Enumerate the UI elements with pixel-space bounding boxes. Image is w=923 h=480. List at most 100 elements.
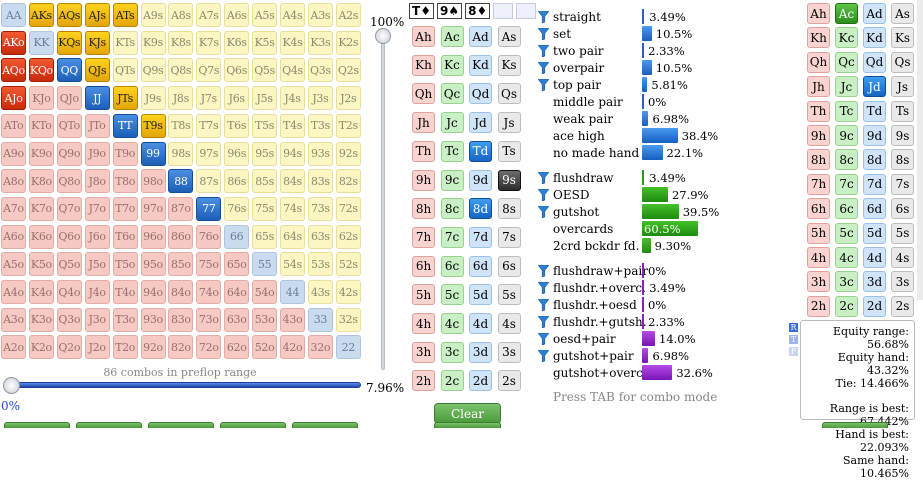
range-cell-32s[interactable]: 32s	[335, 307, 361, 332]
middle-grid-card-5c[interactable]: 5c	[440, 284, 464, 306]
right-grid-card-3h[interactable]: 3h	[807, 271, 830, 293]
middle-grid-card-3s[interactable]: 3s	[497, 341, 521, 363]
range-cell-Q8o[interactable]: Q8o	[56, 169, 82, 194]
right-grid-card-4d[interactable]: 4d	[863, 247, 886, 268]
filter-icon[interactable]	[538, 316, 549, 328]
range-cell-T6s[interactable]: T6s	[224, 113, 250, 138]
right-grid-card-Kd[interactable]: Kd	[863, 27, 886, 49]
middle-grid-card-Ts[interactable]: Ts	[497, 140, 521, 162]
range-cell-AA[interactable]: AA	[1, 3, 26, 27]
bottom-button-7[interactable]	[822, 422, 888, 428]
range-cell-96s[interactable]: 96s	[224, 141, 250, 166]
range-cell-75o[interactable]: 75o	[196, 252, 222, 277]
range-cell-99[interactable]: 99	[140, 141, 166, 166]
range-cell-K2o[interactable]: K2o	[28, 335, 54, 360]
middle-grid-card-7s[interactable]: 7s	[497, 226, 521, 248]
range-cell-T6o[interactable]: T6o	[112, 224, 138, 249]
right-grid-card-Kc[interactable]: Kc	[835, 27, 858, 49]
range-cell-K4s[interactable]: K4s	[280, 30, 305, 55]
right-grid-card-7c[interactable]: 7c	[835, 173, 858, 195]
middle-grid-card-5h[interactable]: 5h	[412, 284, 435, 306]
range-cell-K2s[interactable]: K2s	[335, 30, 361, 55]
range-cell-Q5o[interactable]: Q5o	[56, 252, 82, 277]
range-cell-J9o[interactable]: J9o	[84, 141, 110, 166]
range-cell-43s[interactable]: 43s	[307, 280, 333, 304]
range-cell-AJo[interactable]: AJo	[1, 86, 26, 111]
right-grid-card-6c[interactable]: 6c	[835, 198, 858, 220]
right-grid-card-3d[interactable]: 3d	[863, 271, 886, 293]
right-grid-card-5s[interactable]: 5s	[891, 222, 914, 244]
range-cell-T9o[interactable]: T9o	[112, 141, 138, 166]
middle-grid-card-7d[interactable]: 7d	[469, 226, 492, 248]
range-cell-QTs[interactable]: QTs	[112, 58, 138, 83]
range-cell-42s[interactable]: 42s	[335, 280, 361, 304]
right-grid-card-3s[interactable]: 3s	[891, 271, 914, 293]
range-cell-83s[interactable]: 83s	[307, 169, 333, 194]
middle-grid-card-2s[interactable]: 2s	[497, 370, 521, 392]
middle-grid-card-9c[interactable]: 9c	[440, 169, 464, 191]
right-grid-card-8c[interactable]: 8c	[835, 149, 858, 171]
right-grid-card-5d[interactable]: 5d	[863, 222, 886, 244]
range-cell-A9o[interactable]: A9o	[1, 141, 26, 166]
middle-grid-card-Qh[interactable]: Qh	[412, 83, 435, 105]
range-cell-Q2s[interactable]: Q2s	[335, 58, 361, 83]
range-badge[interactable]: R	[789, 323, 798, 332]
range-cell-AQs[interactable]: AQs	[56, 3, 82, 27]
middle-grid-card-Kd[interactable]: Kd	[469, 54, 492, 76]
middle-grid-card-9d[interactable]: 9d	[469, 169, 492, 191]
range-cell-Q4s[interactable]: Q4s	[280, 58, 305, 83]
middle-grid-card-5s[interactable]: 5s	[497, 284, 521, 306]
middle-grid-card-Th[interactable]: Th	[412, 140, 435, 162]
filter-icon[interactable]	[538, 350, 549, 362]
right-grid-card-Ks[interactable]: Ks	[891, 27, 914, 49]
board-empty-slot[interactable]	[516, 3, 537, 19]
range-cell-A3s[interactable]: A3s	[307, 3, 333, 27]
range-cell-62s[interactable]: 62s	[335, 224, 361, 249]
range-cell-Q8s[interactable]: Q8s	[168, 58, 194, 83]
middle-grid-card-4s[interactable]: 4s	[497, 313, 521, 334]
range-cell-A8o[interactable]: A8o	[1, 169, 26, 194]
right-grid-card-Td[interactable]: Td	[863, 100, 886, 122]
range-cell-JTs[interactable]: JTs	[112, 86, 138, 111]
right-grid-card-7s[interactable]: 7s	[891, 173, 914, 195]
filter-icon[interactable]	[538, 11, 549, 23]
range-cell-54o[interactable]: 54o	[252, 280, 278, 304]
range-cell-J2s[interactable]: J2s	[335, 86, 361, 111]
middle-grid-card-2h[interactable]: 2h	[412, 370, 435, 392]
middle-grid-card-Tc[interactable]: Tc	[440, 140, 464, 162]
range-cell-J4o[interactable]: J4o	[84, 280, 110, 304]
right-grid-card-Ad[interactable]: Ad	[863, 3, 886, 24]
range-cell-J8s[interactable]: J8s	[168, 86, 194, 111]
filter-icon[interactable]	[538, 206, 549, 218]
range-cell-AJs[interactable]: AJs	[84, 3, 110, 27]
range-cell-Q9o[interactable]: Q9o	[56, 141, 82, 166]
middle-grid-card-Qc[interactable]: Qc	[440, 83, 464, 105]
middle-grid-card-Kh[interactable]: Kh	[412, 54, 435, 76]
range-cell-76o[interactable]: 76o	[196, 224, 222, 249]
range-cell-94o[interactable]: 94o	[140, 280, 166, 304]
range-cell-JTo[interactable]: JTo	[84, 113, 110, 138]
range-cell-86o[interactable]: 86o	[168, 224, 194, 249]
right-grid-card-Ah[interactable]: Ah	[807, 3, 830, 24]
right-grid-card-Jc[interactable]: Jc	[835, 76, 858, 98]
bottom-button-3[interactable]	[148, 422, 214, 428]
middle-grid-card-2d[interactable]: 2d	[469, 370, 492, 392]
range-cell-52s[interactable]: 52s	[335, 252, 361, 277]
range-cell-K3o[interactable]: K3o	[28, 307, 54, 332]
range-cell-T5o[interactable]: T5o	[112, 252, 138, 277]
range-cell-T3s[interactable]: T3s	[307, 113, 333, 138]
middle-grid-card-4c[interactable]: 4c	[440, 313, 464, 334]
right-grid-card-Ac[interactable]: Ac	[835, 3, 858, 24]
range-cell-KK[interactable]: KK	[28, 30, 54, 55]
range-cell-K9s[interactable]: K9s	[140, 30, 166, 55]
range-cell-J8o[interactable]: J8o	[84, 169, 110, 194]
middle-grid-card-3c[interactable]: 3c	[440, 341, 464, 363]
range-cell-T4s[interactable]: T4s	[280, 113, 305, 138]
range-slider-track[interactable]	[8, 382, 361, 388]
range-cell-73o[interactable]: 73o	[196, 307, 222, 332]
range-cell-T2o[interactable]: T2o	[112, 335, 138, 360]
range-cell-44[interactable]: 44	[280, 280, 305, 304]
range-cell-72o[interactable]: 72o	[196, 335, 222, 360]
range-cell-88[interactable]: 88	[168, 169, 194, 194]
range-slider-handle[interactable]	[3, 377, 20, 394]
